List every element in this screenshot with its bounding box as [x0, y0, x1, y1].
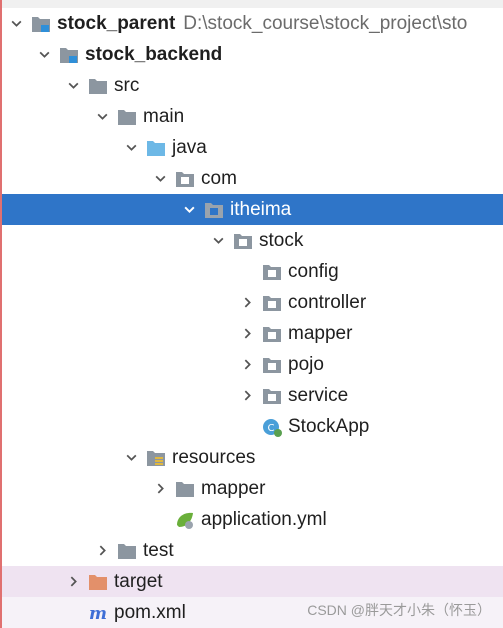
tree-label: application.yml	[201, 508, 327, 530]
package-icon	[261, 323, 283, 345]
chevron-down-icon[interactable]	[121, 132, 141, 163]
tree-row-mapper[interactable]: mapper	[2, 318, 503, 349]
no-chevron	[150, 504, 170, 535]
package-icon	[261, 292, 283, 314]
tree-row-pojo[interactable]: pojo	[2, 349, 503, 380]
folder-icon	[116, 540, 138, 562]
package-icon	[203, 199, 225, 221]
tree-row-controller[interactable]: controller	[2, 287, 503, 318]
package-icon	[232, 230, 254, 252]
tree-label: resources	[172, 446, 256, 468]
tree-row-config[interactable]: config	[2, 256, 503, 287]
tree-label: itheima	[230, 198, 292, 220]
tree-row-target[interactable]: target	[2, 566, 503, 597]
tree-row-application-yml[interactable]: application.yml	[2, 504, 503, 535]
tree-label: com	[201, 167, 237, 189]
chevron-right-icon[interactable]	[237, 380, 257, 411]
tree-label: test	[143, 539, 174, 561]
tree-row-stock-parent[interactable]: stock_parent D:\stock_course\stock_proje…	[2, 8, 503, 39]
chevron-right-icon[interactable]	[237, 287, 257, 318]
maven-icon: m	[87, 602, 109, 624]
tree-label: config	[288, 260, 339, 282]
package-icon	[174, 168, 196, 190]
chevron-down-icon[interactable]	[179, 194, 199, 225]
tree-label: java	[172, 136, 207, 158]
spring-boot-class-icon: C	[261, 416, 283, 438]
package-icon	[261, 385, 283, 407]
chevron-right-icon[interactable]	[237, 318, 257, 349]
chevron-right-icon[interactable]	[150, 473, 170, 504]
tree-row-com[interactable]: com	[2, 163, 503, 194]
tree-row-service[interactable]: service	[2, 380, 503, 411]
tree-label: service	[288, 384, 349, 406]
chevron-down-icon[interactable]	[63, 70, 83, 101]
chevron-right-icon[interactable]	[63, 566, 83, 597]
tree-row-main[interactable]: main	[2, 101, 503, 132]
folder-icon	[174, 478, 196, 500]
source-folder-icon	[145, 137, 167, 159]
tree-row-java[interactable]: java	[2, 132, 503, 163]
chevron-down-icon[interactable]	[121, 442, 141, 473]
watermark: CSDN @胖天才小朱（怀玉）	[307, 602, 491, 618]
tree-label: stock_backend	[85, 43, 223, 65]
tree-row-resources-mapper[interactable]: mapper	[2, 473, 503, 504]
no-chevron	[237, 411, 257, 442]
tree-label: main	[143, 105, 185, 127]
chevron-down-icon[interactable]	[150, 163, 170, 194]
svg-text:m: m	[89, 604, 107, 624]
chevron-down-icon[interactable]	[6, 8, 26, 39]
tree-row-stock[interactable]: stock	[2, 225, 503, 256]
tree-row-itheima[interactable]: itheima	[2, 194, 503, 225]
svg-text:C: C	[268, 423, 275, 434]
tree-row-stock-backend[interactable]: stock_backend	[2, 39, 503, 70]
tree-label: mapper	[288, 322, 353, 344]
chevron-down-icon[interactable]	[34, 39, 54, 70]
no-chevron	[63, 597, 83, 628]
chevron-right-icon[interactable]	[92, 535, 112, 566]
spring-yml-icon	[174, 509, 196, 531]
tree-label: src	[114, 74, 140, 96]
tree-row-stockapp[interactable]: C StockApp	[2, 411, 503, 442]
package-icon	[261, 261, 283, 283]
tree-label: pom.xml	[114, 601, 186, 623]
tree-label: stock	[259, 229, 304, 251]
top-edge	[2, 0, 503, 8]
project-path: D:\stock_course\stock_project\sto	[183, 12, 468, 34]
folder-icon	[87, 75, 109, 97]
chevron-right-icon[interactable]	[237, 349, 257, 380]
project-tree: stock_parent D:\stock_course\stock_proje…	[0, 0, 503, 628]
resources-folder-icon	[145, 447, 167, 469]
excluded-folder-icon	[87, 571, 109, 593]
tree-label: controller	[288, 291, 367, 313]
tree-row-test[interactable]: test	[2, 535, 503, 566]
chevron-down-icon[interactable]	[208, 225, 228, 256]
module-icon	[58, 44, 80, 66]
tree-label: stock_parent	[57, 12, 176, 34]
tree-label: target	[114, 570, 163, 592]
package-icon	[261, 354, 283, 376]
tree-label: pojo	[288, 353, 324, 375]
tree-row-resources[interactable]: resources	[2, 442, 503, 473]
tree-label: mapper	[201, 477, 266, 499]
tree-row-src[interactable]: src	[2, 70, 503, 101]
folder-icon	[116, 106, 138, 128]
module-icon	[30, 13, 52, 35]
tree-label: StockApp	[288, 415, 370, 437]
no-chevron	[237, 256, 257, 287]
chevron-down-icon[interactable]	[92, 101, 112, 132]
